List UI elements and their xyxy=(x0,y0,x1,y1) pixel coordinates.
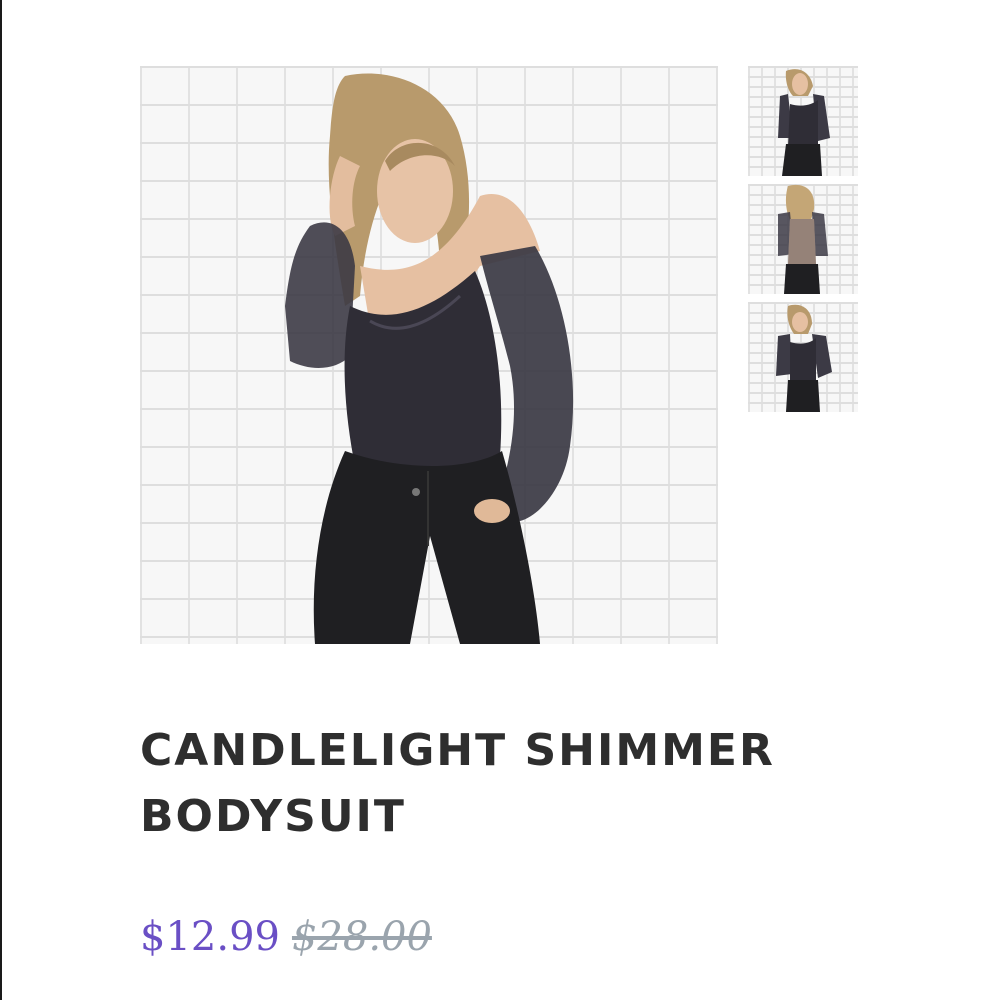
thumbnail-list xyxy=(748,66,858,420)
price-row: $12.99 $28.00 xyxy=(140,902,432,972)
thumbnail-1[interactable] xyxy=(748,66,858,176)
model-figure xyxy=(285,73,574,644)
page-edge xyxy=(0,0,2,1000)
sale-price: $12.99 xyxy=(140,914,280,960)
product-title: CANDLELIGHT SHIMMER BODYSUIT xyxy=(140,725,775,842)
thumbnail-photo-icon xyxy=(776,304,832,412)
thumbnail-2[interactable] xyxy=(748,184,858,294)
original-price: $28.00 xyxy=(291,914,432,960)
thumbnail-3[interactable] xyxy=(748,302,858,412)
thumbnail-photo-icon xyxy=(778,184,828,294)
thumbnail-photo-icon xyxy=(778,69,830,176)
main-product-image[interactable] xyxy=(140,66,718,644)
